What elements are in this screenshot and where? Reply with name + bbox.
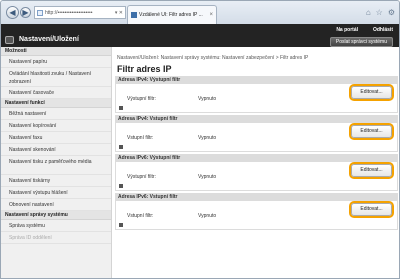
sidebar-item[interactable]: Nastavení skenování — [1, 144, 111, 156]
sidebar-section-heading: Nastavení funkcí — [1, 99, 111, 108]
sidebar-item[interactable]: Nastavení papíru — [1, 56, 111, 68]
forward-button[interactable]: ▶ — [20, 7, 31, 18]
page-title: Filtr adres IP — [117, 64, 172, 74]
address-bar[interactable]: http://•••••••••••••••••••• ▾ ✕ — [34, 6, 126, 19]
address-controls[interactable]: ▾ ✕ — [113, 10, 125, 16]
forward-arrow-icon: ▶ — [22, 8, 29, 17]
browser-chrome: ◀ ▶ http://•••••••••••••••••••• ▾ ✕ Vzdá… — [1, 1, 399, 24]
tab-close-icon[interactable]: × — [209, 12, 213, 18]
filter-status: Vypnuto — [198, 174, 217, 180]
sidebar-item[interactable]: Nastavení tisku z paměťového média — [1, 156, 111, 175]
scroll-marker-icon — [119, 184, 123, 188]
panel-heading: Adresa IPv6: Výstupní filtr — [116, 155, 397, 162]
filter-panel: Adresa IPv6: Vstupní filtr Vstupní filtr:… — [115, 193, 398, 230]
header-title: Nastavení/Uložení — [19, 36, 79, 43]
sidebar-item[interactable]: Nastavení výstupu hlášení — [1, 187, 111, 199]
address-url: http://•••••••••••••••••••• — [45, 9, 93, 16]
filter-panel: Adresa IPv4: Výstupní filtr Výstupní filt… — [115, 76, 398, 113]
sidebar-section-heading: Nastavení správy systému — [1, 211, 111, 220]
favorites-star-icon[interactable]: ☆ — [376, 8, 383, 17]
sidebar-item[interactable]: Nastavení časovače — [1, 87, 111, 99]
edit-button[interactable]: Editovat... — [351, 125, 392, 138]
header-links: Na portál Odhlásit — [336, 27, 393, 33]
sidebar-item[interactable]: Ovládání hlasitosti zvuku / Nastavení zo… — [1, 68, 111, 87]
back-arrow-icon: ◀ — [9, 8, 16, 17]
browser-window: ◀ ▶ http://•••••••••••••••••••• ▾ ✕ Vzdá… — [0, 0, 400, 279]
portal-link[interactable]: Na portál — [336, 27, 358, 33]
settings-gear-icon[interactable]: ⚙ — [388, 8, 395, 17]
filter-label: Výstupní filtr: — [127, 96, 156, 102]
sidebar-item[interactable]: Správa ID oddělení — [1, 232, 111, 244]
sidebar-section-heading: Možnosti — [1, 47, 111, 56]
sidebar-item[interactable]: Nastavení faxu — [1, 132, 111, 144]
filter-label: Výstupní filtr: — [127, 174, 156, 180]
tab-favicon-icon — [131, 12, 137, 18]
scroll-marker-icon — [119, 145, 123, 149]
main-content: Nastavení/Uložení: Nastavení správy syst… — [112, 47, 399, 278]
filter-panel: Adresa IPv4: Vstupní filtr Vstupní filtr:… — [115, 115, 398, 152]
edit-button[interactable]: Editovat... — [351, 203, 392, 216]
panel-heading: Adresa IPv6: Vstupní filtr — [116, 194, 397, 201]
settings-section-icon — [5, 36, 14, 44]
browser-tab[interactable]: Vzdálené UI: Filtr adres IP ... × — [127, 5, 217, 24]
filter-status: Vypnuto — [198, 96, 217, 102]
edit-button[interactable]: Editovat... — [351, 164, 392, 177]
filter-panel: Adresa IPv6: Výstupní filtr Výstupní filt… — [115, 154, 398, 191]
panel-heading: Adresa IPv4: Výstupní filtr — [116, 77, 397, 84]
back-button[interactable]: ◀ — [6, 6, 19, 19]
sidebar-item[interactable]: Obnovení nastavení — [1, 199, 111, 211]
home-icon[interactable]: ⌂ — [366, 8, 371, 17]
sidebar-item[interactable]: Nastavení tiskárny — [1, 175, 111, 187]
filter-status: Vypnuto — [198, 213, 217, 219]
edit-button[interactable]: Editovat... — [351, 86, 392, 99]
filter-label: Vstupní filtr: — [127, 135, 154, 141]
sidebar-item[interactable]: Nastavení kopírování — [1, 120, 111, 132]
mail-admin-button[interactable]: Poslat správci systému — [329, 37, 393, 47]
filter-label: Vstupní filtr: — [127, 213, 154, 219]
scroll-marker-icon — [119, 106, 123, 110]
breadcrumb: Nastavení/Uložení: Nastavení správy syst… — [117, 55, 309, 61]
logout-link[interactable]: Odhlásit — [373, 27, 393, 33]
page-icon — [37, 9, 43, 16]
sidebar-item[interactable]: Běžná nastavení — [1, 108, 111, 120]
sidebar: Možnosti Nastavení papíru Ovládání hlasito… — [1, 47, 112, 278]
sidebar-item[interactable]: Správa systému — [1, 220, 111, 232]
filter-status: Vypnuto — [198, 135, 217, 141]
app-header: Na portál Odhlásit Nastavení/Uložení Pos… — [1, 24, 399, 47]
tab-title: Vzdálené UI: Filtr adres IP ... — [139, 12, 203, 18]
scroll-marker-icon — [119, 223, 123, 227]
panel-heading: Adresa IPv4: Vstupní filtr — [116, 116, 397, 123]
browser-toolbar-icons: ⌂ ☆ ⚙ — [366, 8, 395, 17]
